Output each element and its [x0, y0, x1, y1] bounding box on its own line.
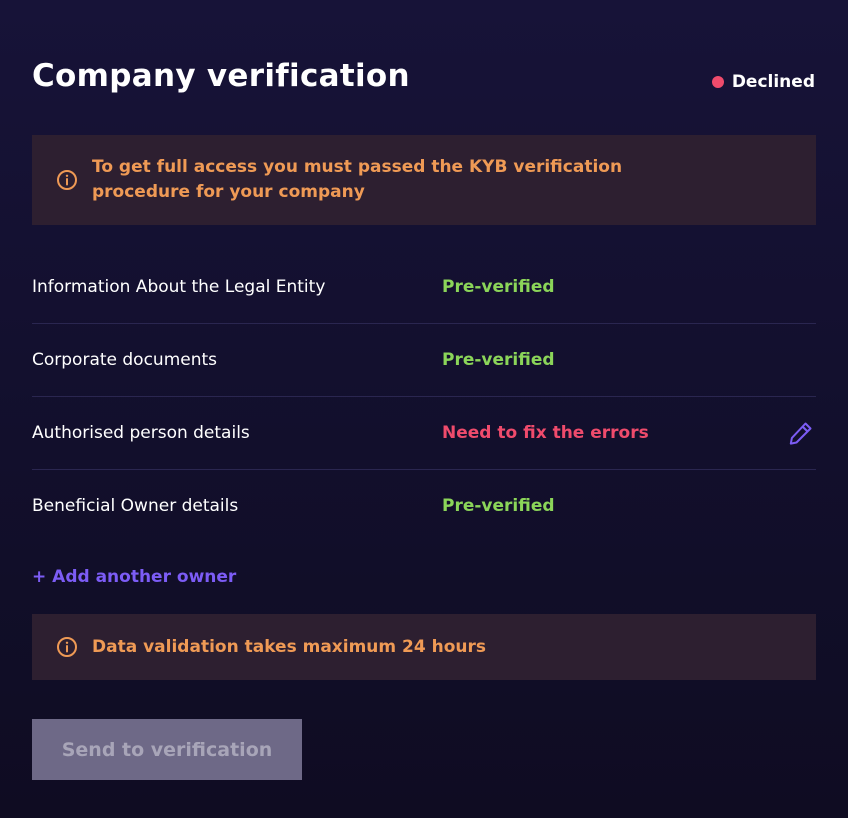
section-label: Information About the Legal Entity — [32, 277, 326, 297]
verification-sections: Information About the Legal Entity Pre-v… — [32, 251, 816, 542]
validation-alert-text: Data validation takes maximum 24 hours — [92, 636, 487, 657]
page-title: Company verification — [32, 58, 410, 94]
section-row-authorised-person: Authorised person details Need to fix th… — [32, 397, 816, 470]
status-label: Declined — [731, 72, 815, 92]
section-status: Need to fix the errors — [442, 423, 649, 443]
info-circle-icon — [57, 637, 77, 657]
section-label: Authorised person details — [32, 423, 250, 443]
info-circle-icon — [57, 170, 77, 190]
section-row-corporate-documents: Corporate documents Pre-verified — [32, 324, 816, 397]
pencil-icon — [789, 422, 812, 445]
status-dot — [711, 76, 724, 88]
section-row-beneficial-owner: Beneficial Owner details Pre-verified — [32, 470, 816, 542]
section-status: Pre-verified — [442, 277, 555, 297]
section-label: Corporate documents — [32, 350, 218, 370]
section-label: Beneficial Owner details — [32, 496, 239, 516]
add-another-owner-link[interactable]: + Add another owner — [32, 564, 236, 590]
send-to-verification-button[interactable]: Send to verification — [32, 719, 302, 780]
edit-authorised-person-button[interactable] — [786, 418, 816, 448]
section-status: Pre-verified — [442, 350, 555, 370]
kyb-alert: To get full access you must passed the K… — [32, 135, 816, 225]
validation-time-alert: Data validation takes maximum 24 hours — [32, 614, 816, 680]
verification-status: Declined — [711, 72, 815, 92]
section-status: Pre-verified — [442, 496, 555, 516]
kyb-alert-text: To get full access you must passed the K… — [92, 157, 623, 202]
section-row-legal-entity: Information About the Legal Entity Pre-v… — [32, 251, 816, 324]
